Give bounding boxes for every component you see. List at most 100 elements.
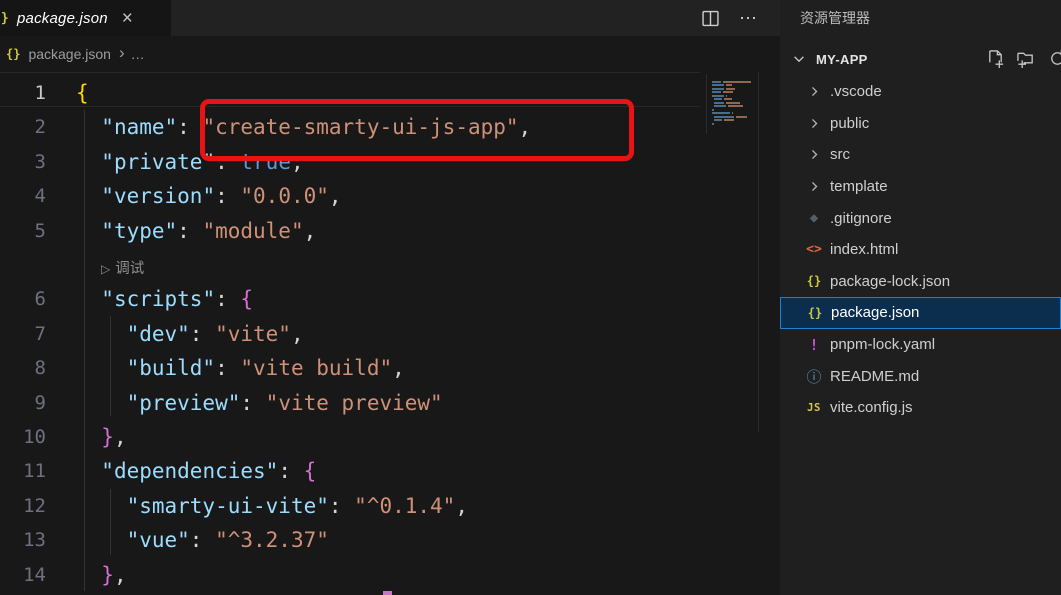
code-editor[interactable]: 1{2 "name": "create-smarty-ui-js-app",3 … <box>0 72 780 595</box>
line-number[interactable]: 6 <box>0 282 46 316</box>
code-line-10[interactable]: 10 }, <box>0 420 780 455</box>
file-name: pnpm-lock.yaml <box>830 336 935 353</box>
folder-item-template[interactable]: template <box>780 171 1061 203</box>
editor-pane: {} package.json × ⋯ {} package.json › … … <box>0 0 780 595</box>
code-text: "preview": "vite preview" <box>76 386 443 420</box>
code-line-11[interactable]: 11 "dependencies": { <box>0 454 780 489</box>
editor-sidebar-sash[interactable] <box>758 72 759 432</box>
codelens-debug[interactable]: ▷ 调试 <box>0 248 780 283</box>
file-name: template <box>830 178 888 195</box>
minimap[interactable] <box>706 74 757 134</box>
line-number[interactable]: 9 <box>0 386 46 420</box>
line-number[interactable]: 12 <box>0 489 46 523</box>
chevron-right-icon <box>804 180 824 193</box>
next-line-sliver <box>383 591 392 595</box>
chevron-right-icon <box>804 117 824 130</box>
json-file-icon: {} <box>802 274 826 288</box>
code-text: }, <box>76 420 127 454</box>
git-file-icon: ◆ <box>802 210 826 226</box>
line-number[interactable]: 8 <box>0 351 46 385</box>
file-name: public <box>830 115 869 132</box>
line-number[interactable]: 5 <box>0 214 46 248</box>
tab-bar: {} package.json × ⋯ <box>0 0 780 36</box>
file-tree: .vscodepublicsrctemplate◆.gitignore<>ind… <box>780 76 1061 424</box>
file-item-package-json[interactable]: {} package.json <box>780 297 1061 329</box>
file-name: vite.config.js <box>830 399 913 416</box>
code-line-4[interactable]: 4 "version": "0.0.0", <box>0 179 780 214</box>
file-item-index-html[interactable]: <> index.html <box>780 234 1061 266</box>
file-name: package.json <box>831 304 919 321</box>
vscode-window: {} package.json × ⋯ {} package.json › … … <box>0 0 1061 595</box>
file-name: .gitignore <box>830 210 892 227</box>
chevron-right-icon <box>804 85 824 98</box>
tab-title: package.json <box>17 10 108 27</box>
json-file-icon: {} <box>803 306 827 320</box>
breadcrumb-file[interactable]: package.json <box>28 46 111 62</box>
line-number[interactable]: 14 <box>0 558 46 592</box>
refresh-icon[interactable] <box>1048 49 1061 68</box>
code-line-7[interactable]: 7 "dev": "vite", <box>0 317 780 352</box>
code-line-6[interactable]: 6 "scripts": { <box>0 282 780 317</box>
line-number[interactable]: 7 <box>0 317 46 351</box>
explorer-actions <box>780 42 1061 76</box>
line-number[interactable]: 2 <box>0 110 46 144</box>
new-file-icon[interactable] <box>986 49 1005 68</box>
code-text: { <box>76 76 89 110</box>
info-file-icon: ⓘ <box>802 366 826 387</box>
chevron-right-icon <box>804 148 824 161</box>
file-item-readme-md[interactable]: ⓘREADME.md <box>780 360 1061 392</box>
new-folder-icon[interactable] <box>1016 49 1036 68</box>
red-annotation-rectangle <box>200 99 634 161</box>
code-line-9[interactable]: 9 "preview": "vite preview" <box>0 386 780 421</box>
js-file-icon: JS <box>802 402 826 414</box>
json-file-icon: {} <box>0 11 11 26</box>
file-item-pnpm-lock-yaml[interactable]: !pnpm-lock.yaml <box>780 329 1061 361</box>
json-file-icon: {} <box>6 47 20 61</box>
code-line-14[interactable]: 14 }, <box>0 558 780 593</box>
folder-item--vscode[interactable]: .vscode <box>780 76 1061 108</box>
code-text: "smarty-ui-vite": "^0.1.4", <box>76 489 468 523</box>
codelens-label: 调试 <box>115 261 144 277</box>
file-item-package-lock-json[interactable]: {} package-lock.json <box>780 266 1061 298</box>
line-number[interactable]: 1 <box>0 76 46 110</box>
code-line-13[interactable]: 13 "vue": "^3.2.37" <box>0 523 780 558</box>
line-number[interactable]: 13 <box>0 523 46 557</box>
explorer-sidebar: 资源管理器 MY-APP .vscodepublicsrctemplate◆.g… <box>780 0 1061 595</box>
breadcrumb-more[interactable]: … <box>131 46 146 62</box>
split-editor-icon[interactable] <box>702 10 719 27</box>
code-line-5[interactable]: 5 "type": "module", <box>0 214 780 249</box>
more-actions-icon[interactable]: ⋯ <box>739 8 758 29</box>
line-number[interactable]: 3 <box>0 145 46 179</box>
file-name: README.md <box>830 368 919 385</box>
explorer-title: 资源管理器 <box>800 0 870 36</box>
chevron-right-icon: › <box>119 43 125 63</box>
code-text: }, <box>76 558 127 592</box>
line-number[interactable]: 11 <box>0 454 46 488</box>
file-name: package-lock.json <box>830 273 950 290</box>
breadcrumb: {} package.json › … <box>0 36 780 72</box>
code-text: "build": "vite build", <box>76 351 405 385</box>
code-text: "dev": "vite", <box>76 317 304 351</box>
code-text: "version": "0.0.0", <box>76 179 342 213</box>
line-number[interactable]: 4 <box>0 179 46 213</box>
yaml-file-icon: ! <box>802 336 826 354</box>
folder-item-src[interactable]: src <box>780 139 1061 171</box>
code-text: "dependencies": { <box>76 454 316 488</box>
code-text: "type": "module", <box>76 214 316 248</box>
code-line-12[interactable]: 12 "smarty-ui-vite": "^0.1.4", <box>0 489 780 524</box>
file-item-vite-config-js[interactable]: JS vite.config.js <box>780 392 1061 424</box>
file-name: .vscode <box>830 83 882 100</box>
code-text: "vue": "^3.2.37" <box>76 523 329 557</box>
editor-actions: ⋯ <box>702 0 758 36</box>
run-icon: ▷ <box>101 262 110 276</box>
file-name: src <box>830 146 850 163</box>
close-tab-icon[interactable]: × <box>122 9 133 28</box>
html-file-icon: <> <box>802 242 826 257</box>
code-text: "scripts": { <box>76 282 253 316</box>
code-line-8[interactable]: 8 "build": "vite build", <box>0 351 780 386</box>
folder-item-public[interactable]: public <box>780 108 1061 140</box>
line-number[interactable]: 10 <box>0 420 46 454</box>
file-name: index.html <box>830 241 898 258</box>
file-item--gitignore[interactable]: ◆.gitignore <box>780 202 1061 234</box>
tab-package-json[interactable]: {} package.json × <box>0 0 171 36</box>
